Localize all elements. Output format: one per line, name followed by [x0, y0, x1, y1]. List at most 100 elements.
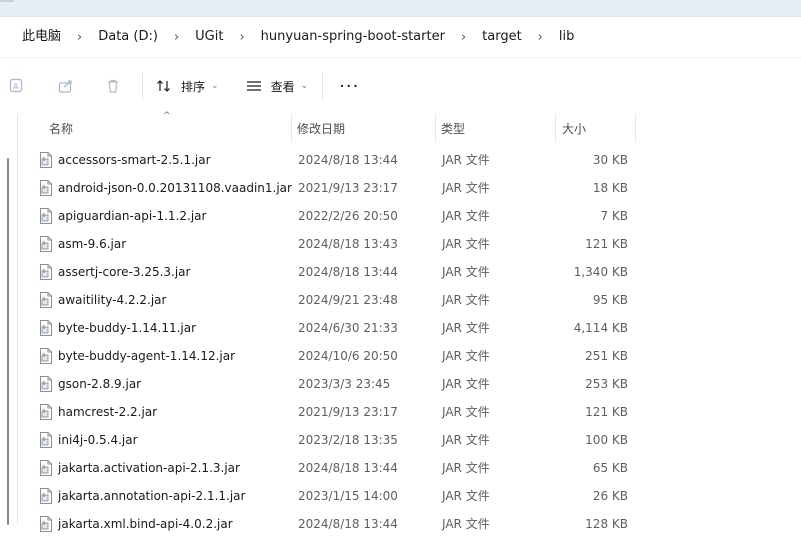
chevron-right-icon[interactable]: ›	[530, 30, 551, 45]
file-type: JAR 文件	[442, 489, 490, 503]
breadcrumb-target[interactable]: target	[474, 27, 530, 47]
file-row[interactable]: ini4j-0.5.4.jar 2023/2/18 13:35 JAR 文件 100 …	[17, 426, 801, 454]
chevron-down-icon: ⌄	[300, 81, 309, 91]
jar-file-icon	[39, 180, 53, 196]
file-name: jakarta.annotation-api-2.1.1.jar	[58, 489, 246, 503]
file-name: gson-2.8.9.jar	[58, 377, 142, 391]
share-button[interactable]	[34, 70, 98, 102]
file-modified-date: 2024/8/18 13:44	[298, 265, 398, 279]
file-size: 7 KB	[600, 209, 628, 223]
file-size: 128 KB	[585, 517, 628, 531]
file-modified-date: 2023/2/18 13:35	[298, 433, 398, 447]
jar-file-icon	[39, 460, 53, 476]
file-name: jakarta.activation-api-2.1.3.jar	[58, 461, 240, 475]
file-row[interactable]: apiguardian-api-1.1.2.jar 2022/2/26 20:50…	[17, 202, 801, 230]
column-header-row: ^ 名称 修改日期 类型 大小	[17, 111, 801, 142]
file-size: 251 KB	[585, 349, 628, 363]
file-type: JAR 文件	[442, 321, 490, 335]
translate-icon: A	[8, 77, 26, 95]
file-row[interactable]: byte-buddy-agent-1.14.12.jar 2024/10/6 20…	[17, 342, 801, 370]
file-size: 95 KB	[592, 293, 628, 307]
breadcrumb-this-pc[interactable]: 此电脑	[0, 27, 69, 47]
jar-file-icon	[39, 432, 53, 448]
jar-file-icon	[39, 348, 53, 364]
column-header-name[interactable]: 名称	[49, 114, 73, 142]
file-name: ini4j-0.5.4.jar	[58, 433, 138, 447]
column-divider[interactable]	[435, 114, 436, 142]
column-header-date[interactable]: 修改日期	[297, 114, 345, 142]
column-divider[interactable]	[291, 114, 292, 142]
share-icon	[57, 77, 75, 95]
view-button[interactable]: 查看 ⌄	[245, 70, 309, 102]
toolbar-divider	[142, 73, 143, 99]
title-bar-grip	[0, 0, 14, 8]
jar-file-icon	[39, 320, 53, 336]
file-name: apiguardian-api-1.1.2.jar	[58, 209, 207, 223]
file-size: 1,340 KB	[573, 265, 628, 279]
scrollbar-thumb[interactable]	[7, 158, 9, 525]
jar-file-icon	[39, 236, 53, 252]
file-row[interactable]: jakarta.annotation-api-2.1.1.jar 2023/1/1…	[17, 482, 801, 510]
jar-file-icon	[39, 516, 53, 532]
delete-icon	[104, 77, 122, 95]
file-row[interactable]: byte-buddy-1.14.11.jar 2024/6/30 21:33 JAR…	[17, 314, 801, 342]
file-row[interactable]: jakarta.xml.bind-api-4.0.2.jar 2024/8/18 …	[17, 510, 801, 538]
breadcrumb-lib[interactable]: lib	[551, 27, 582, 47]
sort-ascending-icon: ^	[163, 111, 171, 121]
file-rows: accessors-smart-2.5.1.jar 2024/8/18 13:44…	[17, 146, 801, 538]
file-type: JAR 文件	[442, 209, 490, 223]
file-type: JAR 文件	[442, 265, 490, 279]
file-name: assertj-core-3.25.3.jar	[58, 265, 191, 279]
view-list-icon	[245, 77, 263, 95]
file-row[interactable]: accessors-smart-2.5.1.jar 2024/8/18 13:44…	[17, 146, 801, 174]
jar-file-icon	[39, 208, 53, 224]
column-divider[interactable]	[555, 114, 556, 142]
file-row[interactable]: android-json-0.0.20131108.vaadin1.jar 202…	[17, 174, 801, 202]
file-size: 121 KB	[585, 405, 628, 419]
file-name: byte-buddy-agent-1.14.12.jar	[58, 349, 236, 363]
breadcrumb-project[interactable]: hunyuan-spring-boot-starter	[253, 27, 453, 47]
file-size: 253 KB	[585, 377, 628, 391]
navigation-pane-edge	[0, 114, 18, 525]
delete-button[interactable]	[98, 70, 128, 102]
file-size: 30 KB	[592, 153, 628, 167]
file-modified-date: 2021/9/13 23:17	[298, 405, 398, 419]
file-row[interactable]: hamcrest-2.2.jar 2021/9/13 23:17 JAR 文件 121…	[17, 398, 801, 426]
title-bar-strip	[0, 0, 801, 17]
sort-icon	[155, 77, 173, 95]
chevron-right-icon[interactable]: ›	[166, 30, 187, 45]
sort-button[interactable]: 排序 ⌄	[155, 70, 219, 102]
file-modified-date: 2023/3/3 23:45	[298, 377, 391, 391]
jar-file-icon	[39, 152, 53, 168]
breadcrumb-data-drive[interactable]: Data (D:)	[90, 27, 166, 47]
file-size: 100 KB	[585, 433, 628, 447]
file-modified-date: 2024/8/18 13:43	[298, 237, 398, 251]
column-divider[interactable]	[635, 114, 636, 142]
chevron-right-icon[interactable]: ›	[69, 30, 90, 45]
file-type: JAR 文件	[442, 293, 490, 307]
column-header-size[interactable]: 大小	[562, 114, 586, 142]
file-row[interactable]: jakarta.activation-api-2.1.3.jar 2024/8/1…	[17, 454, 801, 482]
file-size: 18 KB	[592, 181, 628, 195]
file-type: JAR 文件	[442, 461, 490, 475]
file-row[interactable]: gson-2.8.9.jar 2023/3/3 23:45 JAR 文件 253 KB	[17, 370, 801, 398]
jar-file-icon	[39, 404, 53, 420]
file-size: 26 KB	[592, 489, 628, 503]
file-type: JAR 文件	[442, 349, 490, 363]
file-row[interactable]: awaitility-4.2.2.jar 2024/9/21 23:48 JAR 文…	[17, 286, 801, 314]
svg-text:A: A	[13, 82, 19, 91]
chevron-right-icon[interactable]: ›	[231, 30, 252, 45]
more-options-button[interactable]: ···	[339, 70, 359, 102]
jar-file-icon	[39, 292, 53, 308]
file-row[interactable]: asm-9.6.jar 2024/8/18 13:43 JAR 文件 121 KB	[17, 230, 801, 258]
file-name: byte-buddy-1.14.11.jar	[58, 321, 197, 335]
sort-label: 排序	[181, 79, 206, 94]
file-modified-date: 2024/8/18 13:44	[298, 153, 398, 167]
translate-button[interactable]: A	[0, 70, 34, 102]
breadcrumb-ugit[interactable]: UGit	[187, 27, 231, 47]
chevron-right-icon[interactable]: ›	[453, 30, 474, 45]
column-header-type[interactable]: 类型	[441, 114, 465, 142]
file-row[interactable]: assertj-core-3.25.3.jar 2024/8/18 13:44 JA…	[17, 258, 801, 286]
file-type: JAR 文件	[442, 405, 490, 419]
more-icon: ···	[339, 75, 360, 97]
